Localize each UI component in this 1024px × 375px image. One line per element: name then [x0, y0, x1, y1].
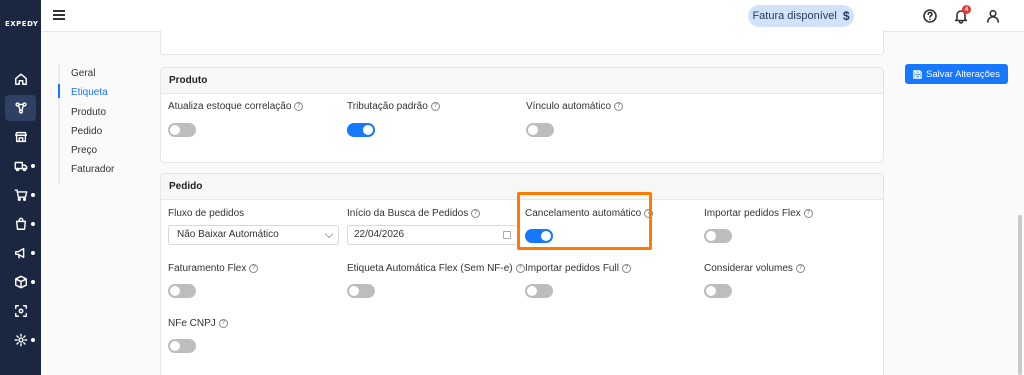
fluxo-pedidos-select[interactable]: Não Baixar Automático	[168, 225, 339, 245]
save-button-label: Salvar Alterações	[926, 68, 1000, 80]
fatura-badge[interactable]: Fatura disponível $	[748, 5, 854, 27]
toggle-etiqueta-automatica-flex[interactable]	[347, 284, 375, 298]
question-icon: ?	[621, 264, 631, 273]
megaphone-icon	[14, 247, 24, 259]
subnav-produto[interactable]: Produto	[71, 107, 106, 118]
field-label: Tributação padrão?	[347, 101, 440, 112]
subnav-track	[58, 64, 60, 184]
field-label: Importar pedidos Full?	[525, 263, 631, 274]
produto-card: Produto	[160, 67, 884, 163]
subnav-faturador[interactable]: Faturador	[71, 164, 114, 175]
fatura-label: Fatura disponível	[752, 10, 837, 22]
question-icon: ?	[515, 264, 525, 273]
dollar-icon: $	[842, 9, 850, 23]
field-label: Atualiza estoque correlação?	[168, 101, 304, 112]
field-label: Início da Busca de Pedidos?	[347, 208, 481, 219]
calendar-icon	[503, 231, 511, 239]
menu-icon[interactable]	[53, 10, 65, 20]
field-label: Importar pedidos Flex?	[704, 208, 813, 219]
rail-home[interactable]	[0, 66, 41, 92]
question-icon: ?	[218, 319, 228, 328]
toggle-nfe-cnpj[interactable]	[168, 339, 196, 353]
expand-dot	[31, 338, 35, 342]
left-rail: EXPEDY	[0, 0, 41, 375]
toggle-atualiza-estoque[interactable]	[168, 123, 196, 137]
store-icon	[14, 131, 27, 143]
previous-card	[160, 30, 884, 55]
cart-icon	[14, 189, 27, 201]
save-button[interactable]: Salvar Alterações	[905, 64, 1008, 84]
expand-dot	[31, 222, 35, 226]
question-icon: ?	[294, 102, 304, 111]
top-bar	[41, 0, 1024, 32]
subnav-geral[interactable]: Geral	[71, 68, 95, 79]
save-icon	[913, 69, 922, 79]
question-icon: ?	[795, 264, 805, 273]
bag-icon	[15, 217, 26, 230]
rail-integrations[interactable]	[5, 95, 36, 121]
highlight-box	[517, 192, 652, 250]
logo: EXPEDY	[5, 20, 39, 28]
scrollbar[interactable]	[1018, 215, 1022, 375]
question-icon: ?	[471, 209, 481, 218]
expand-dot	[31, 251, 35, 255]
subnav-active-indicator	[58, 84, 60, 98]
settings-icon	[14, 333, 27, 347]
integrations-icon	[14, 102, 27, 114]
box-icon	[14, 275, 27, 289]
subnav-pedido[interactable]: Pedido	[71, 126, 102, 137]
home-icon	[14, 73, 27, 85]
field-label: Etiqueta Automática Flex (Sem NF-e)?	[347, 263, 525, 274]
toggle-tributacao-padrao[interactable]	[347, 123, 375, 137]
scan-icon	[14, 305, 27, 317]
expand-dot	[31, 280, 35, 284]
field-label: NFe CNPJ?	[168, 318, 228, 329]
expand-dot	[31, 193, 35, 197]
question-icon: ?	[430, 102, 440, 111]
rail-store[interactable]	[0, 124, 41, 150]
notification-count: 4	[962, 5, 971, 14]
question-icon: ?	[249, 264, 259, 273]
user-icon[interactable]	[985, 8, 1001, 24]
truck-icon	[14, 161, 27, 172]
toggle-faturamento-flex[interactable]	[168, 284, 196, 298]
rail-scan[interactable]	[0, 298, 41, 324]
expand-dot	[31, 164, 35, 168]
toggle-importar-flex[interactable]	[704, 229, 732, 243]
question-icon: ?	[614, 102, 624, 111]
question-icon: ?	[803, 209, 813, 218]
help-icon[interactable]	[922, 8, 938, 24]
subnav-etiqueta[interactable]: Etiqueta	[71, 87, 108, 98]
toggle-importar-full[interactable]	[525, 284, 553, 298]
field-label: Considerar volumes?	[704, 263, 805, 274]
inicio-busca-date[interactable]: 22/04/2026	[347, 225, 518, 245]
toggle-considerar-volumes[interactable]	[704, 284, 732, 298]
field-label: Vínculo automático?	[526, 101, 624, 112]
subnav-preco[interactable]: Preço	[71, 145, 97, 156]
field-label: Fluxo de pedidos	[168, 208, 245, 219]
chevron-down-icon	[324, 229, 334, 239]
produto-card-title: Produto	[161, 68, 883, 94]
toggle-vinculo-automatico[interactable]	[526, 123, 554, 137]
field-label: Faturamento Flex?	[168, 263, 259, 274]
